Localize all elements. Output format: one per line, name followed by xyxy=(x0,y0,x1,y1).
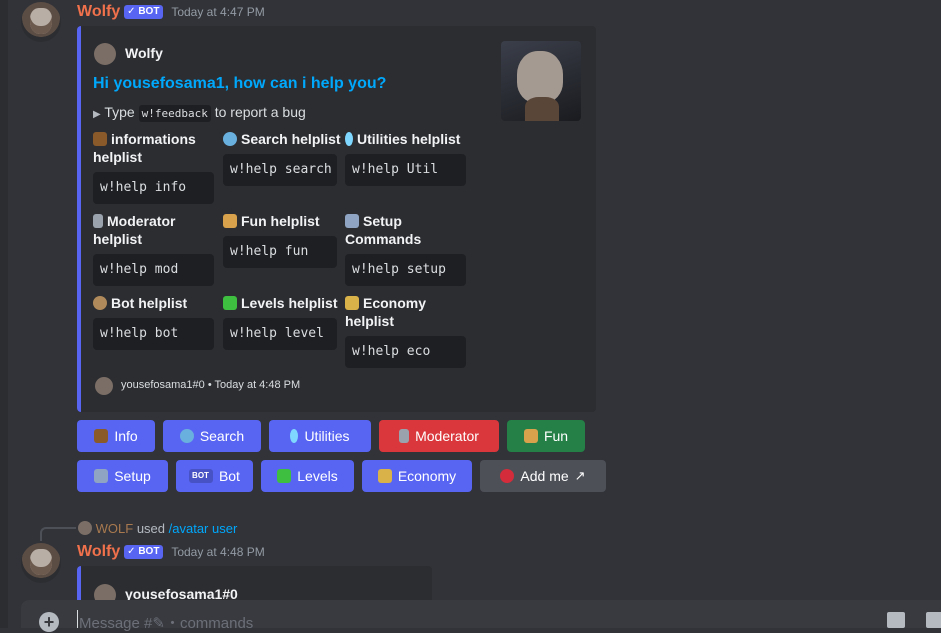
money-icon xyxy=(377,469,392,483)
embed-thumbnail[interactable] xyxy=(501,41,581,121)
desc-code: w!feedback xyxy=(138,105,211,122)
add-attachment-icon[interactable]: + xyxy=(39,612,59,632)
search-button[interactable]: Search xyxy=(163,420,261,452)
crystal-icon xyxy=(290,429,299,443)
puzzle-icon xyxy=(523,429,538,443)
puzzle-icon xyxy=(223,214,237,228)
utilities-button[interactable]: Utilities xyxy=(269,420,371,452)
field-levels-name: Levels helplist xyxy=(223,294,343,312)
magnifier-icon xyxy=(223,132,237,146)
reply-user-name[interactable]: WOLF xyxy=(96,521,134,536)
tools-icon xyxy=(94,469,109,483)
magnifier-icon xyxy=(179,429,194,443)
info-button[interactable]: Info xyxy=(77,420,155,452)
embed-description: ▶ Type w!feedback to report a bug xyxy=(93,104,306,122)
field-bot-name: Bot helplist xyxy=(93,294,213,312)
play-icon: ▶ xyxy=(93,109,101,120)
arrow-up-icon xyxy=(223,296,237,310)
reply-user-avatar xyxy=(78,521,92,535)
package-icon xyxy=(94,429,109,443)
message-header: Wolfy ✓ BOT Today at 4:47 PM xyxy=(77,3,265,21)
bot-tag: ✓ BOT xyxy=(124,5,164,19)
wolf-body-shape xyxy=(525,97,559,121)
embed-author-name[interactable]: Wolfy xyxy=(125,45,163,61)
reply-connector xyxy=(40,527,76,541)
economy-button[interactable]: Economy xyxy=(362,460,472,492)
fun-button[interactable]: Fun xyxy=(507,420,585,452)
help-embed: Wolfy Hi yousefosama1, how can i help yo… xyxy=(77,26,596,412)
field-bot-value[interactable]: w!help bot xyxy=(93,318,214,350)
package-icon xyxy=(93,132,107,146)
bot-avatar[interactable] xyxy=(21,2,61,42)
timestamp: Today at 4:47 PM xyxy=(171,5,265,19)
field-moderator-name: Moderator helplist xyxy=(93,213,176,247)
bot-avatar-2[interactable] xyxy=(21,543,61,583)
arrow-up-icon xyxy=(277,469,292,483)
embed-author-avatar xyxy=(94,43,116,65)
desc-suffix: to report a bug xyxy=(214,104,306,120)
setup-button[interactable]: Setup xyxy=(77,460,168,492)
field-informations-name: informations helplist xyxy=(93,131,196,165)
wolf-head-shape xyxy=(517,51,563,103)
reply-command[interactable]: /avatar user xyxy=(169,521,238,536)
bot-button[interactable]: BOT Bot xyxy=(176,460,253,492)
field-utilities-name: Utilities helplist xyxy=(345,130,475,148)
field-utilities-value[interactable]: w!help Util xyxy=(345,154,466,186)
field-fun-name: Fun helplist xyxy=(223,212,343,230)
field-search-value[interactable]: w!help search xyxy=(223,154,337,186)
message-composer: + Message #✎・commands xyxy=(21,600,941,632)
field-informations-value[interactable]: w!help info xyxy=(93,172,214,204)
moderator-button[interactable]: Moderator xyxy=(379,420,499,452)
reply-used-text: used xyxy=(136,521,166,536)
field-setup-value[interactable]: w!help setup xyxy=(345,254,466,286)
author-name[interactable]: Wolfy xyxy=(77,3,120,20)
timestamp-2: Today at 4:48 PM xyxy=(171,545,265,559)
coin-icon xyxy=(93,296,107,310)
cherries-icon xyxy=(500,469,515,483)
desc-prefix: Type xyxy=(104,104,135,120)
wrench-icon xyxy=(93,214,103,228)
field-search-name: Search helplist xyxy=(223,130,343,148)
channel-gutter xyxy=(0,0,8,628)
gift-icon[interactable] xyxy=(887,612,905,628)
embed-footer: yousefosama1#0 • Today at 4:48 PM xyxy=(121,379,301,391)
external-link-icon: ↗ xyxy=(574,468,586,483)
levels-button[interactable]: Levels xyxy=(261,460,354,492)
author-name-2[interactable]: Wolfy xyxy=(77,543,120,560)
tools-icon xyxy=(345,214,359,228)
crystal-icon xyxy=(345,132,353,146)
bot-tag-2: ✓ BOT xyxy=(124,545,164,559)
field-levels-value[interactable]: w!help level xyxy=(223,318,337,350)
field-economy-value[interactable]: w!help eco xyxy=(345,336,466,368)
money-icon xyxy=(345,296,359,310)
message-header-2: Wolfy ✓ BOT Today at 4:48 PM xyxy=(77,543,265,561)
footer-avatar xyxy=(95,377,113,395)
text-cursor xyxy=(77,610,78,628)
wrench-icon xyxy=(399,429,410,443)
interaction-reference: WOLF used /avatar user xyxy=(78,521,237,536)
bot-badge-icon: BOT xyxy=(189,469,213,483)
field-economy-name: Economy helplist xyxy=(345,295,427,329)
field-moderator-value[interactable]: w!help mod xyxy=(93,254,214,286)
field-fun-value[interactable]: w!help fun xyxy=(223,236,337,268)
field-setup-name: Setup Commands xyxy=(345,213,422,247)
gif-icon[interactable] xyxy=(926,612,941,628)
add-me-button[interactable]: Add me ↗ xyxy=(480,460,606,492)
embed-title[interactable]: Hi yousefosama1, how can i help you? xyxy=(93,75,386,93)
message-input[interactable]: Message #✎・commands xyxy=(79,612,253,633)
